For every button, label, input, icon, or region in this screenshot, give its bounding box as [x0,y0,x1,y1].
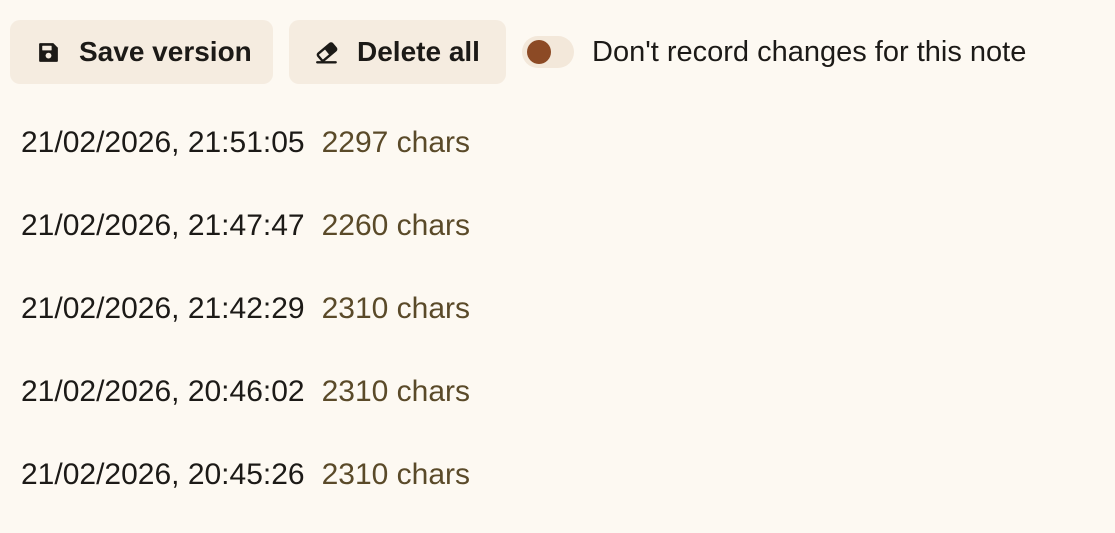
version-item[interactable]: 21/02/2026, 20:45:26 2310 chars [21,450,470,533]
version-item[interactable]: 21/02/2026, 21:51:05 2297 chars [21,118,470,201]
dont-record-label: Don't record changes for this note [592,35,1027,68]
version-item[interactable]: 21/02/2026, 21:42:29 2310 chars [21,284,470,367]
toggle-knob [527,40,551,64]
version-char-count: 2310 chars [321,292,471,325]
version-char-count: 2310 chars [321,458,471,491]
save-version-label: Save version [79,36,252,67]
version-timestamp: 21/02/2026, 20:46:02 [21,375,305,408]
eraser-icon [313,38,341,66]
version-char-count: 2310 chars [321,375,471,408]
version-item[interactable]: 21/02/2026, 21:47:47 2260 chars [21,201,470,284]
version-item[interactable]: 21/02/2026, 20:46:02 2310 chars [21,367,470,450]
version-char-count: 2297 chars [321,126,471,159]
floppy-disk-icon [34,38,62,66]
save-version-button[interactable]: Save version [10,20,273,84]
version-timestamp: 21/02/2026, 21:51:05 [21,126,305,159]
toolbar: Save version Delete all Don't record cha… [10,20,1026,84]
delete-all-button[interactable]: Delete all [289,20,506,84]
version-timestamp: 21/02/2026, 21:42:29 [21,292,305,325]
version-char-count: 2260 chars [321,209,471,242]
version-timestamp: 21/02/2026, 20:45:26 [21,458,305,491]
version-timestamp: 21/02/2026, 21:47:47 [21,209,305,242]
delete-all-label: Delete all [357,36,480,67]
dont-record-toggle[interactable] [522,36,574,68]
version-history-list: 21/02/2026, 21:51:05 2297 chars 21/02/20… [21,118,470,533]
